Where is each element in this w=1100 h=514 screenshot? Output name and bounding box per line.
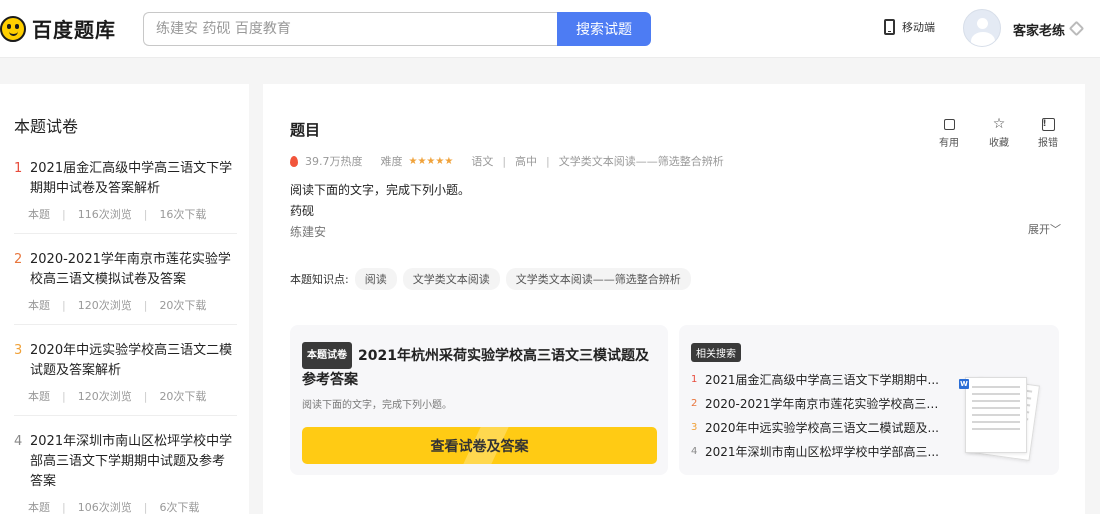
knowledge-label: 本题知识点: — [290, 273, 349, 286]
phone-icon — [884, 19, 895, 35]
favorite-button[interactable]: ☆ 收藏 — [989, 117, 1009, 149]
subject-tag[interactable]: 语文 — [471, 153, 493, 169]
related-item[interactable]: 3 2020年中远实验学校高三语文二模试题及... — [691, 416, 945, 440]
difficulty-label: 难度 — [380, 155, 403, 168]
paper-card: 本题试卷 2021年杭州采荷实验学校高三语文三模试题及参考答案 阅读下面的文字，完… — [290, 325, 668, 475]
report-label: 报错 — [1038, 138, 1058, 149]
document-thumbnail[interactable]: W — [959, 375, 1041, 461]
paper-views: 120次浏览 — [77, 299, 132, 312]
question-instruction: 阅读下面的文字，完成下列小题。 — [290, 183, 471, 197]
paper-views: 120次浏览 — [77, 390, 132, 403]
paper-tag: 本题 — [28, 208, 50, 221]
related-rank: 4 — [691, 446, 698, 457]
related-title[interactable]: 2020年中远实验学校高三语文二模试题及... — [705, 416, 939, 440]
report-button[interactable]: ! 报错 — [1038, 117, 1058, 149]
paper-card-desc: 阅读下面的文字，完成下列小题。 — [302, 400, 452, 411]
report-icon: ! — [1041, 117, 1055, 131]
logo-text: 百度题库 — [32, 18, 116, 42]
paper-views: 116次浏览 — [77, 208, 132, 221]
paper-views: 106次浏览 — [77, 501, 132, 514]
top-header: 百度题库 搜索试题 移动端 客家老练 — [0, 0, 1100, 58]
related-list: 1 2021届金汇高级中学高三语文下学期期中... 2 2020-2021学年南… — [691, 368, 945, 464]
word-doc-icon: W — [959, 379, 969, 389]
knowledge-tag[interactable]: 阅读 — [354, 268, 397, 290]
paper-title[interactable]: 2021届金汇高级中学高三语文下学期期中试卷及答案解析 — [30, 159, 237, 199]
related-title[interactable]: 2021届金汇高级中学高三语文下学期期中... — [705, 368, 939, 392]
related-item[interactable]: 4 2021年深圳市南山区松坪学校中学部高三... — [691, 440, 945, 464]
knowledge-tag[interactable]: 文学类文本阅读——筛选整合辨析 — [505, 268, 691, 290]
diamond-icon[interactable] — [1068, 20, 1085, 37]
fire-icon — [290, 155, 298, 167]
question-author: 练建安 — [290, 225, 327, 239]
knowledge-tag[interactable]: 文学类文本阅读 — [402, 268, 500, 290]
sidebar-paper-item[interactable]: 4 2021年深圳市南山区松坪学校中学部高三语文下学期期中试题及参考答案 本题 |… — [14, 432, 237, 514]
logo-face-icon — [0, 15, 26, 42]
star-icon: ☆ — [992, 116, 1006, 132]
username[interactable]: 客家老练 — [1013, 20, 1065, 39]
avatar[interactable] — [963, 9, 1001, 47]
sidebar: 本题试卷 1 2021届金汇高级中学高三语文下学期期中试卷及答案解析 本题 | 1… — [0, 84, 249, 514]
related-search-card: 相关搜索 1 2021届金汇高级中学高三语文下学期期中... 2 2020-20… — [679, 325, 1059, 475]
related-rank: 3 — [691, 422, 698, 433]
expand-button[interactable]: 展开﹀ — [1028, 221, 1061, 237]
paper-downloads: 20次下载 — [159, 390, 207, 403]
doc-page — [965, 377, 1027, 453]
difficulty-stars: ★★★★★ — [408, 155, 454, 167]
view-paper-button[interactable]: 查看试卷及答案 — [302, 427, 657, 464]
paper-tag: 本题 — [28, 390, 50, 403]
paper-downloads: 16次下载 — [159, 208, 207, 221]
paper-downloads: 20次下载 — [159, 299, 207, 312]
question-passage-title: 药砚 — [290, 204, 315, 218]
sidebar-paper-item[interactable]: 2 2020-2021学年南京市莲花实验学校高三语文模拟试卷及答案 本题 | 12… — [14, 250, 237, 325]
paper-badge: 本题试卷 — [302, 342, 352, 369]
related-item[interactable]: 1 2021届金汇高级中学高三语文下学期期中... — [691, 368, 945, 392]
paper-rank: 4 — [14, 434, 23, 449]
mobile-label: 移动端 — [902, 21, 935, 34]
view-paper-label: 查看试卷及答案 — [430, 438, 529, 455]
related-item[interactable]: 2 2020-2021学年南京市莲花实验学校高三语... — [691, 392, 945, 416]
useful-button[interactable]: 有用 — [939, 117, 959, 149]
useful-label: 有用 — [939, 138, 959, 149]
sidebar-paper-item[interactable]: 1 2021届金汇高级中学高三语文下学期期中试卷及答案解析 本题 | 116次浏览… — [14, 159, 237, 234]
paper-title[interactable]: 2020-2021学年南京市莲花实验学校高三语文模拟试卷及答案 — [30, 250, 237, 290]
related-title[interactable]: 2020-2021学年南京市莲花实验学校高三语... — [705, 392, 945, 416]
related-title[interactable]: 2021年深圳市南山区松坪学校中学部高三... — [705, 440, 939, 464]
knowledge-points: 本题知识点: 阅读 文学类文本阅读 文学类文本阅读——筛选整合辨析 — [290, 268, 691, 290]
heat-count: 39.7万热度 — [305, 155, 363, 168]
mobile-link[interactable]: 移动端 — [884, 19, 935, 35]
search-box — [143, 12, 557, 46]
paper-rank: 2 — [14, 252, 23, 267]
paper-title[interactable]: 2020年中远实验学校高三语文二模试题及答案解析 — [30, 341, 237, 381]
paper-rank: 3 — [14, 343, 23, 358]
chevron-down-icon: ﹀ — [1050, 223, 1061, 236]
question-body: 阅读下面的文字，完成下列小题。 药砚 练建安 — [290, 180, 470, 243]
paper-card-title-block[interactable]: 本题试卷 2021年杭州采荷实验学校高三语文三模试题及参考答案 — [302, 342, 662, 392]
paper-title[interactable]: 2021年深圳市南山区松坪学校中学部高三语文下学期期中试题及参考答案 — [30, 432, 237, 492]
search-button[interactable]: 搜索试题 — [557, 12, 651, 46]
favorite-label: 收藏 — [989, 138, 1009, 149]
search-input[interactable] — [144, 13, 557, 45]
paper-card-title[interactable]: 2021年杭州采荷实验学校高三语文三模试题及参考答案 — [302, 348, 649, 388]
sidebar-title: 本题试卷 — [14, 117, 79, 136]
sidebar-paper-item[interactable]: 3 2020年中远实验学校高三语文二模试题及答案解析 本题 | 120次浏览 | 2… — [14, 341, 237, 416]
related-badge: 相关搜索 — [691, 343, 741, 362]
paper-tag: 本题 — [28, 299, 50, 312]
paper-downloads: 6次下载 — [159, 501, 200, 514]
question-title: 题目 — [290, 121, 321, 139]
question-panel: 题目 有用 ☆ 收藏 ! 报错 39.7万热度 难度 ★★★★★ 语文 | 高中… — [263, 84, 1085, 514]
expand-label: 展开 — [1028, 223, 1050, 236]
related-rank: 1 — [691, 374, 698, 385]
paper-tag: 本题 — [28, 501, 50, 514]
logo[interactable]: 百度题库 — [0, 14, 116, 43]
question-meta: 39.7万热度 难度 ★★★★★ 语文 | 高中 | 文学类文本阅读——筛选整合… — [290, 153, 724, 169]
paper-rank: 1 — [14, 161, 23, 176]
thumbs-up-icon — [942, 117, 956, 131]
related-rank: 2 — [691, 398, 698, 409]
category-tag[interactable]: 文学类文本阅读——筛选整合辨析 — [559, 153, 724, 169]
level-tag[interactable]: 高中 — [515, 153, 537, 169]
